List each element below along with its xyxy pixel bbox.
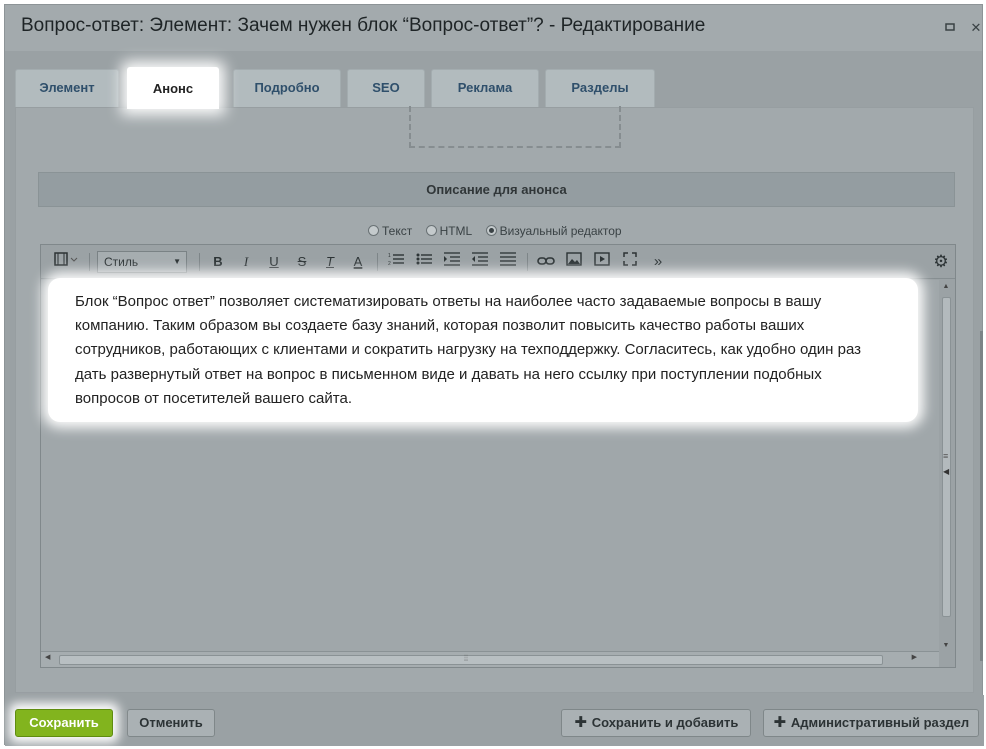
toolbar-divider (89, 253, 90, 271)
dialog-title: Вопрос-ответ: Элемент: Зачем нужен блок … (21, 15, 706, 36)
mode-text-option[interactable]: Текст (368, 224, 412, 238)
radio-icon[interactable] (425, 225, 437, 236)
radio-selected-icon[interactable] (485, 225, 497, 236)
plus-icon: ✚ (574, 714, 587, 731)
image-icon[interactable] (563, 252, 585, 272)
tab-element[interactable]: Элемент (15, 69, 119, 107)
mode-html-option[interactable]: HTML (425, 224, 473, 238)
collapse-panel-icon[interactable]: ◀ (943, 467, 949, 476)
radio-icon[interactable] (368, 225, 379, 236)
more-tools-icon[interactable]: » (647, 252, 669, 272)
mode-visual-label: Визуальный редактор (499, 224, 622, 238)
scroll-left-icon[interactable]: ◀ (45, 653, 50, 661)
chevron-down-icon: ▼ (173, 257, 181, 266)
cancel-button[interactable]: Отменить (127, 709, 215, 737)
ordered-list-icon[interactable]: 12 (385, 252, 407, 272)
fullscreen-icon[interactable] (619, 252, 641, 272)
section-heading: Описание для анонса (38, 172, 955, 207)
toolbar-divider (527, 253, 528, 271)
scroll-right-icon[interactable]: ▶ (912, 653, 917, 661)
tab-sections[interactable]: Разделы (545, 69, 655, 107)
mode-html-label: HTML (439, 224, 473, 238)
title-bar[interactable]: Вопрос-ответ: Элемент: Зачем нужен блок … (5, 5, 982, 51)
plus-icon: ✚ (773, 714, 787, 731)
video-icon[interactable] (591, 252, 613, 272)
save-and-add-button[interactable]: ✚ Сохранить и добавить (561, 709, 751, 737)
tab-anons[interactable]: Анонс (127, 67, 219, 109)
tab-seo[interactable]: SEO (347, 69, 425, 107)
outdent-icon[interactable] (469, 252, 491, 272)
tab-advertising[interactable]: Реклама (431, 69, 539, 107)
dialog-footer: Сохранить Отменить ✚ Сохранить и добавить… (5, 695, 984, 746)
vertical-scrollbar[interactable]: ▲ ≡ ▼ (939, 283, 953, 649)
scroll-up-icon[interactable]: ▲ (939, 283, 953, 290)
close-icon[interactable]: ✕ (967, 19, 985, 37)
editor-content[interactable]: Блок “Вопрос ответ” позволяет систематиз… (48, 278, 918, 422)
save-and-add-label: Сохранить и добавить (591, 715, 739, 730)
tab-details[interactable]: Подробно (233, 69, 341, 107)
style-dropdown-value: Стиль (104, 255, 139, 269)
clear-format-icon[interactable]: T (319, 252, 341, 272)
editor-mode-switch: Текст HTML Визуальный редактор (368, 224, 632, 240)
admin-section-button[interactable]: ✚ Административный раздел (763, 709, 979, 737)
scroll-down-icon[interactable]: ▼ (939, 642, 953, 649)
grip-icon: ≡ (943, 451, 949, 461)
admin-section-label: Административный раздел (790, 715, 970, 730)
strikethrough-icon[interactable]: S (291, 252, 313, 272)
underline-icon[interactable]: U (263, 252, 285, 272)
outer-scrollbar[interactable] (980, 331, 983, 661)
svg-text:1: 1 (388, 253, 391, 259)
announcement-text[interactable]: Блок “Вопрос ответ” позволяет систематиз… (75, 290, 918, 411)
image-drop-zone[interactable] (409, 106, 621, 148)
toolbar-divider (377, 253, 378, 271)
italic-icon[interactable]: I (235, 252, 257, 272)
scrollbar-thumb[interactable] (59, 655, 883, 665)
mode-text-label: Текст (382, 224, 413, 238)
unordered-list-icon[interactable] (413, 252, 435, 272)
svg-text:2: 2 (388, 261, 391, 266)
gear-icon[interactable]: ⚙ (931, 252, 951, 272)
editor-toolbar: Стиль ▼ B I U S T A 12 » ⚙ (41, 245, 955, 279)
horizontal-scrollbar[interactable]: ◀ ⦙⦙ ▶ (41, 651, 939, 667)
style-dropdown[interactable]: Стиль ▼ (97, 251, 187, 273)
align-icon[interactable] (497, 252, 519, 272)
maximize-icon[interactable] (941, 19, 959, 37)
bold-icon[interactable]: B (207, 252, 229, 272)
indent-icon[interactable] (441, 252, 463, 272)
save-button[interactable]: Сохранить (15, 709, 113, 737)
source-view-icon[interactable] (51, 252, 81, 272)
mode-visual-option[interactable]: Визуальный редактор (485, 224, 622, 238)
toolbar-divider (199, 253, 200, 271)
text-color-icon[interactable]: A (347, 252, 369, 272)
grip-icon: ⦙⦙ (464, 653, 469, 663)
link-icon[interactable] (535, 252, 557, 272)
